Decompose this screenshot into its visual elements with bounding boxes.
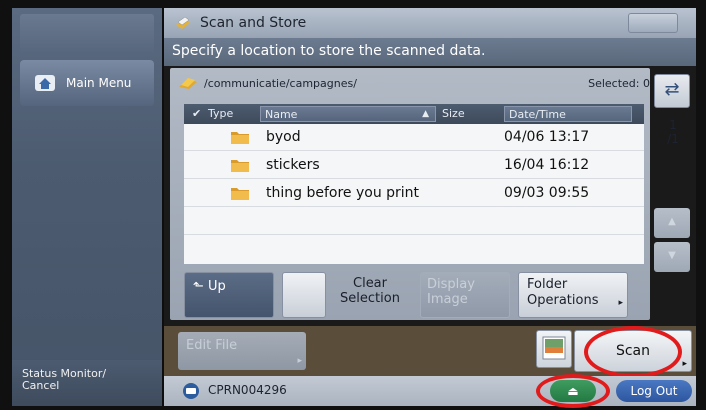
column-name-label: Name [265,108,298,121]
refresh-icon[interactable]: ⇄ [654,74,690,108]
chevron-right-icon: ▸ [682,359,687,369]
folder-date: 09/03 09:55 [504,185,590,201]
sort-ascending-icon: ▲ [422,109,429,119]
selected-count: Selected: 0 [588,77,650,90]
column-type[interactable]: Type [208,107,233,120]
sidebar-top-strip [20,14,154,54]
page-indicator: 1 /1 [656,118,690,146]
main-menu-label: Main Menu [66,76,132,90]
empty-row [184,208,644,235]
scan-preview-icon [542,336,566,360]
logout-button[interactable]: Log Out [616,380,692,402]
scan-store-icon [176,16,190,29]
edit-file-label: Edit File [186,338,238,353]
current-path: /communicatie/campagnes/ [204,76,357,90]
status-bar: CPRN004296 ⏏ Log Out [164,374,696,408]
folder-path-icon [179,78,197,89]
status-monitor-button[interactable]: Status Monitor/ Cancel [12,360,162,406]
breadcrumb: /communicatie/campagnes/ Selected: 0 [170,68,650,98]
display-image-button[interactable]: Display Image [420,272,510,318]
scroll-down-button[interactable]: ▼ [654,242,690,272]
list-item[interactable]: stickers 16/04 16:12 [184,152,644,179]
folder-date: 04/06 13:17 [504,129,590,145]
clear-label: Clear [353,276,387,291]
list-item[interactable]: thing before you print 09/03 09:55 [184,180,644,207]
page-title: Scan and Store [200,15,307,31]
file-list: ✔ Type Name ▲ Size Date/Time byod 04/06 … [184,104,644,264]
chevron-right-icon: ▸ [297,356,302,366]
folder-operations-button[interactable]: Folder Operations ▸ [518,272,628,318]
operations-label: Operations [527,293,599,308]
settings-register-button[interactable] [628,13,678,33]
folder-icon [231,132,249,144]
title-bar: Scan and Store [164,8,696,38]
up-label: Up [208,279,226,294]
folder-name: thing before you print [266,185,420,201]
list-item[interactable]: byod 04/06 13:17 [184,124,644,151]
scan-button[interactable]: Scan ▸ [574,330,692,372]
folder-icon [231,188,249,200]
scroll-up-button[interactable]: ▲ [654,208,690,238]
browser-actions: ⬑ Up Clear Selection Display Image Folde… [170,272,650,320]
home-icon [35,75,55,91]
clear-selection-button[interactable]: Clear Selection [326,272,414,318]
main-menu-button[interactable]: Main Menu [20,60,154,106]
page-total: /1 [667,132,679,146]
eject-icon[interactable]: ⏏ [550,380,596,402]
folder-icon [231,160,249,172]
scan-settings-button[interactable] [536,330,572,368]
sidebar: Main Menu Status Monitor/ Cancel [12,8,162,406]
clear-selection-swatch[interactable] [282,272,326,318]
page-current: 1 [669,118,677,132]
selection-label: Selection [340,291,400,306]
folder-name: stickers [266,157,320,173]
scan-label: Scan [615,343,651,359]
chevron-right-icon: ▸ [618,298,623,308]
folder-name: byod [266,129,301,145]
image-label: Image [427,292,468,307]
column-size[interactable]: Size [442,107,465,120]
folder-browser: /communicatie/campagnes/ Selected: 0 ✔ T… [170,68,650,320]
device-screen: Main Menu Status Monitor/ Cancel Scan an… [12,8,696,408]
device-icon [183,383,199,399]
list-controls: ⇄ 1 /1 ▲ ▼ [654,68,694,272]
up-arrow-icon: ⬑ [193,279,204,294]
edit-file-button[interactable]: Edit File ▸ [178,332,306,370]
instruction-text: Specify a location to store the scanned … [164,38,696,66]
main-panel: Scan and Store Specify a location to sto… [164,8,696,408]
folder-label: Folder [527,277,568,292]
up-button[interactable]: ⬑ Up [184,272,274,318]
action-bar: Edit File ▸ Scan ▸ [164,326,696,378]
display-label: Display [427,277,475,292]
column-name[interactable]: Name ▲ [260,106,436,122]
device-id: CPRN004296 [208,383,287,397]
column-date[interactable]: Date/Time [504,106,632,122]
list-header: ✔ Type Name ▲ Size Date/Time [184,104,644,124]
cancel-label: Cancel [22,379,60,392]
folder-date: 16/04 16:12 [504,157,590,173]
select-all-checkbox[interactable]: ✔ [192,107,201,120]
